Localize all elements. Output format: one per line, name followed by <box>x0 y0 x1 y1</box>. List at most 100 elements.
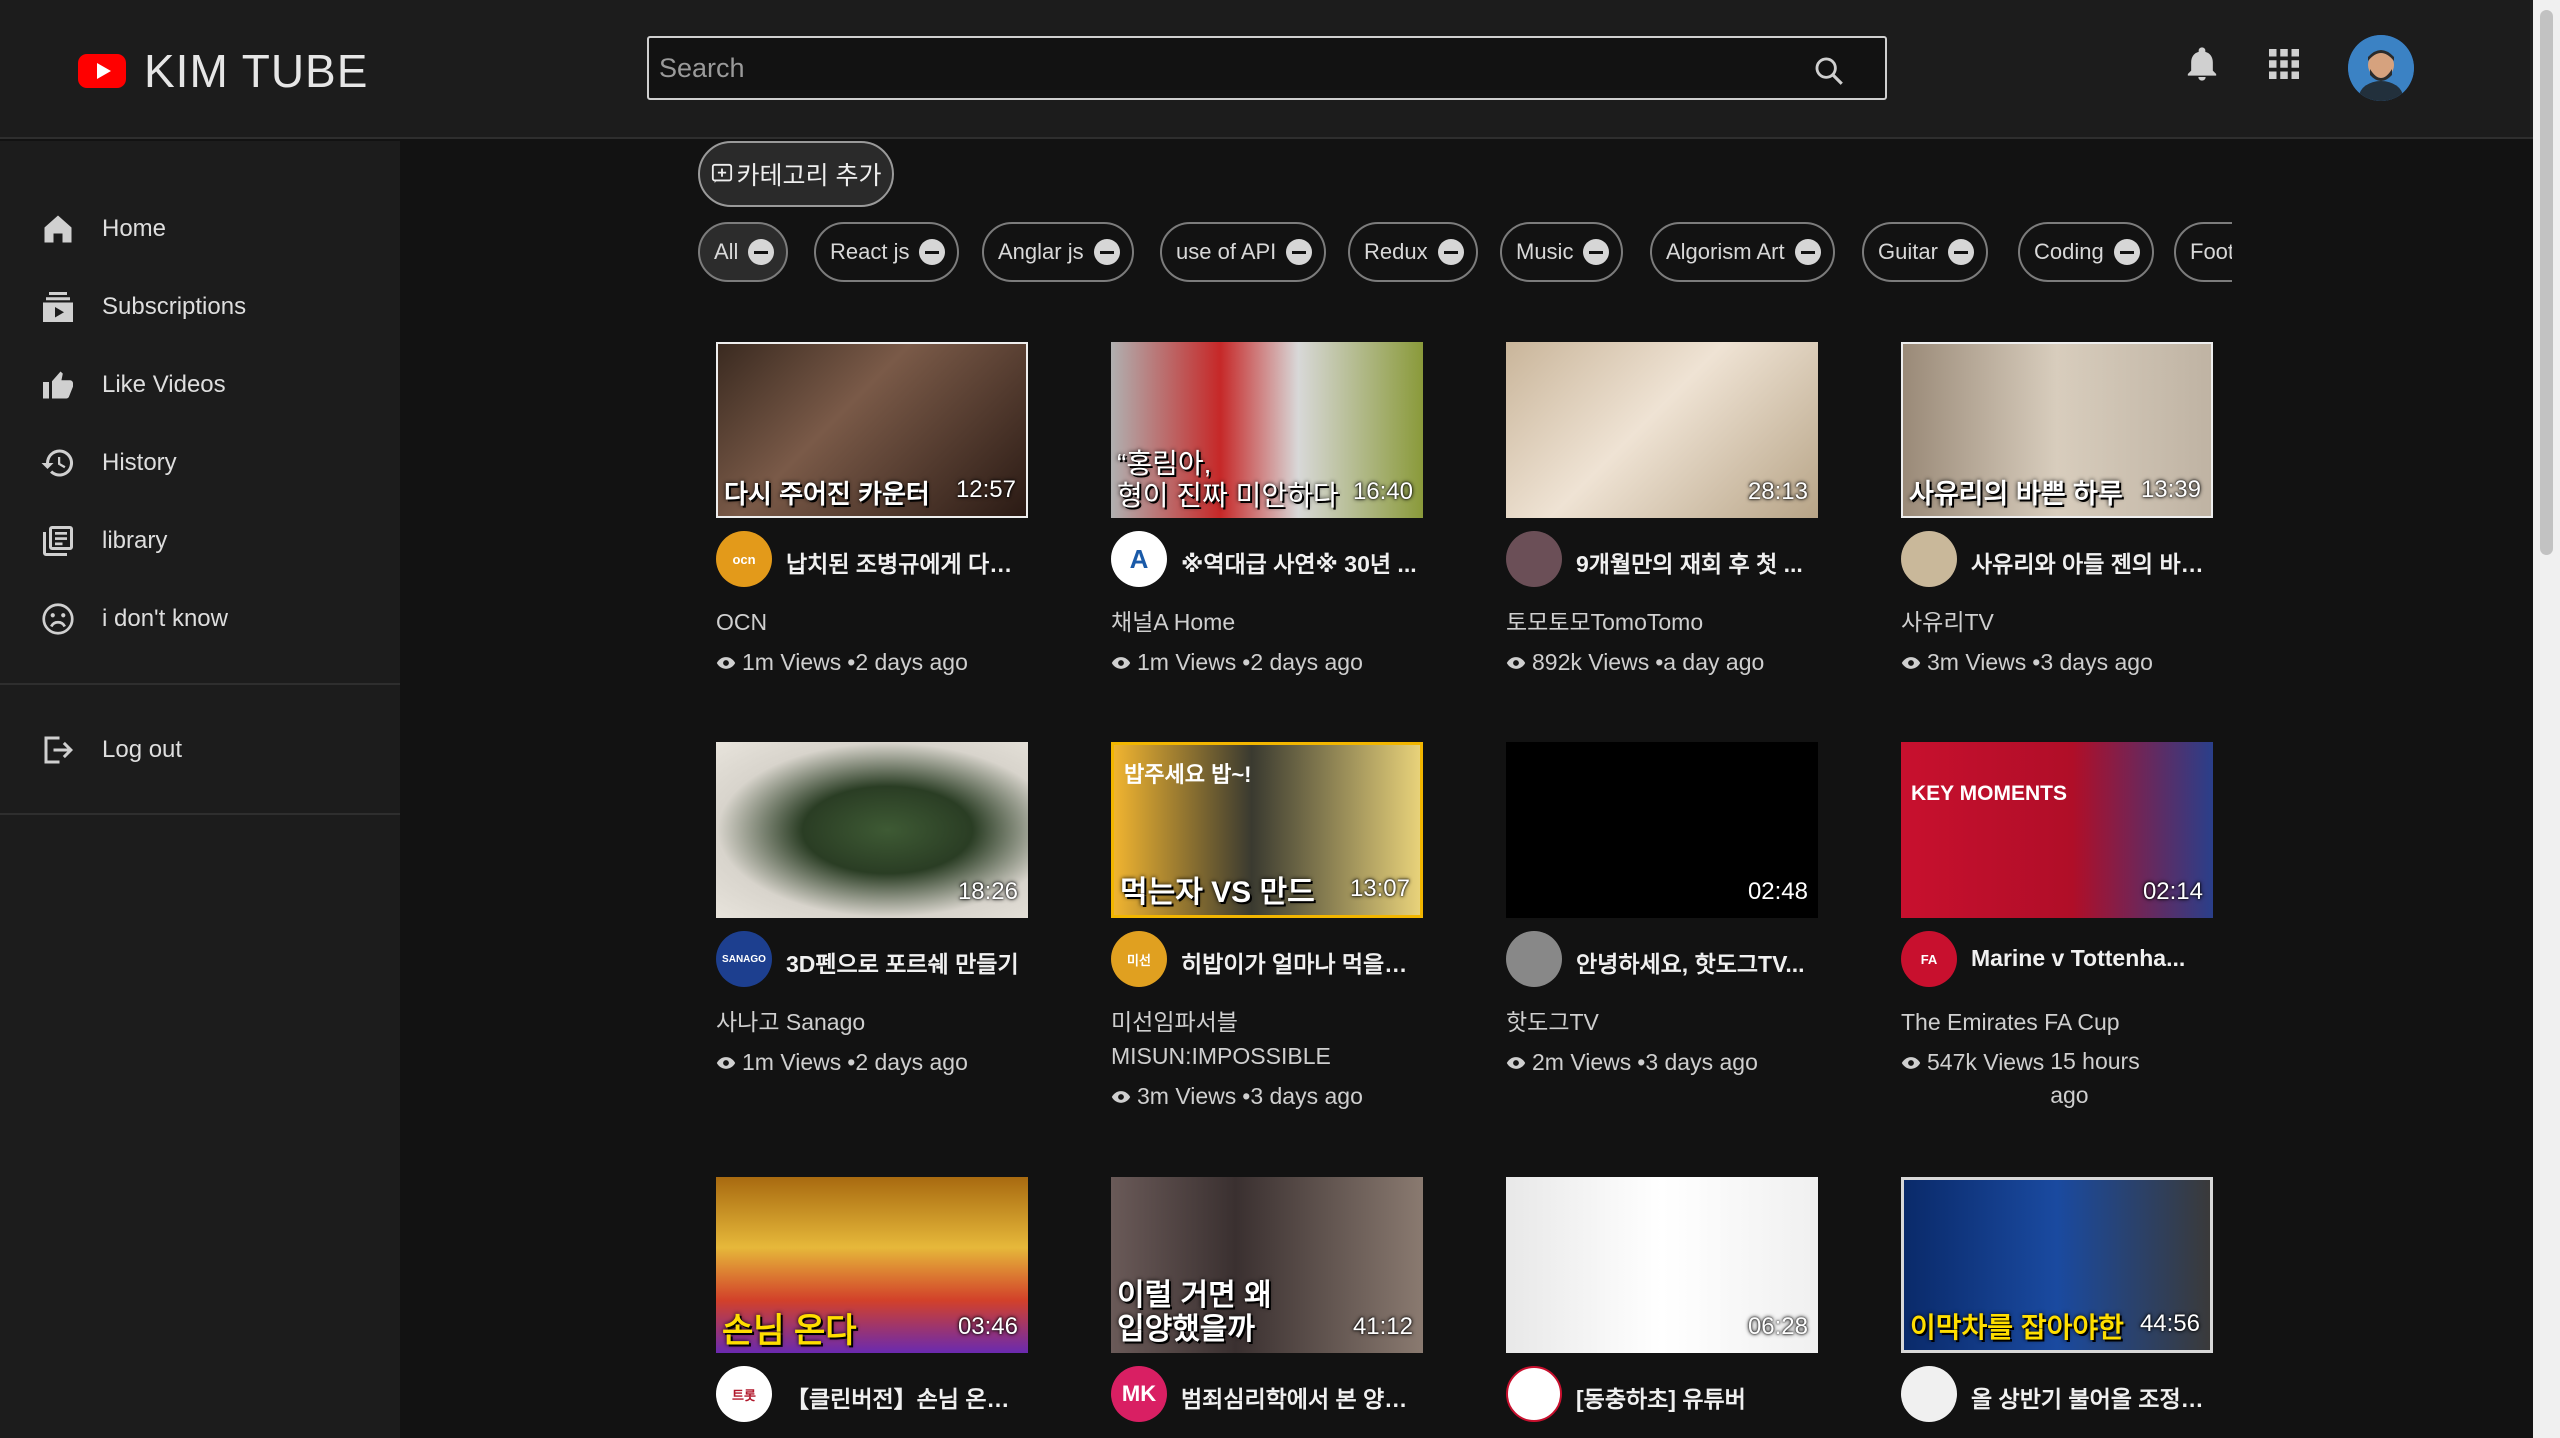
chip-redux[interactable]: Redux <box>1348 222 1478 282</box>
video-title[interactable]: 안녕하세요, 핫도그TV... <box>1576 945 1818 979</box>
channel-avatar[interactable] <box>1901 531 1957 587</box>
search-icon[interactable] <box>1812 54 1846 88</box>
channel-name[interactable]: The Emirates FA Cup <box>1901 1005 2213 1039</box>
video-title[interactable]: 납치된 조병규에게 다시 ... <box>786 545 1028 579</box>
thumbnail-caption: 먹는자 VS 만드 <box>1120 876 1315 909</box>
upload-age: 15 hours ago <box>2050 1048 2140 1108</box>
channel-avatar[interactable]: MK <box>1111 1366 1167 1422</box>
channel-name[interactable]: 사유리TV <box>1901 605 2213 639</box>
channel-avatar[interactable] <box>1506 531 1562 587</box>
video-card[interactable]: 28:13 9개월만의 재회 후 첫 ... 토모토모TomoTomo 892k… <box>1506 342 1818 675</box>
video-thumbnail[interactable]: 이막차를 잡아야한 44:56 <box>1901 1177 2213 1353</box>
video-card[interactable]: 사유리의 바쁜 하루 13:39 사유리와 아들 젠의 바쁜... 사유리TV … <box>1901 342 2213 675</box>
sidebar-item-like-videos[interactable]: Like Videos <box>40 362 226 408</box>
sidebar-item-i-dont-know[interactable]: i don't know <box>40 596 228 642</box>
app-logo[interactable]: KIM TUBE <box>78 44 368 98</box>
channel-avatar[interactable]: 미선 <box>1111 931 1167 987</box>
channel-name[interactable]: 사나고 Sanago <box>716 1005 1028 1039</box>
channel-name[interactable]: 채널A Home <box>1111 605 1423 639</box>
sidebar-item-library[interactable]: library <box>40 518 167 564</box>
video-card[interactable]: KEY MOMENTS 02:14 FA Marine v Tottenha..… <box>1901 742 2213 1108</box>
video-card[interactable]: 18:26 SANAGO 3D펜으로 포르쉐 만들기 사나고 Sanago 1m… <box>716 742 1028 1075</box>
chip-music[interactable]: Music <box>1500 222 1624 282</box>
video-card[interactable]: 이럴 거면 왜 입양했을까 41:12 MK 범죄심리학에서 본 양부... <box>1111 1177 1423 1422</box>
sidebar-item-logout[interactable]: Log out <box>40 727 182 773</box>
sidebar-item-subscriptions[interactable]: Subscriptions <box>40 284 246 330</box>
channel-avatar[interactable]: 트롯 <box>716 1366 772 1422</box>
remove-chip-icon[interactable] <box>919 239 946 265</box>
sidebar-item-home[interactable]: Home <box>40 206 166 252</box>
channel-avatar[interactable]: ocn <box>716 531 772 587</box>
user-avatar[interactable] <box>2348 35 2414 101</box>
channel-name[interactable]: 핫도그TV <box>1506 1005 1818 1039</box>
chip-algorism-art[interactable]: Algorism Art <box>1650 222 1835 282</box>
video-thumbnail[interactable]: 18:26 <box>716 742 1028 918</box>
video-thumbnail[interactable]: KEY MOMENTS 02:14 <box>1901 742 2213 918</box>
video-title[interactable]: ※역대급 사연※ 30년 ... <box>1181 545 1423 579</box>
video-title[interactable]: 범죄심리학에서 본 양부... <box>1181 1380 1423 1414</box>
channel-name[interactable]: 토모토모TomoTomo <box>1506 605 1818 639</box>
search-box <box>647 36 1887 100</box>
chip-anglar-js[interactable]: Anglar js <box>982 222 1134 282</box>
video-card[interactable]: 다시 주어진 카운터 12:57 ocn 납치된 조병규에게 다시 ... OC… <box>716 342 1028 675</box>
video-card[interactable]: 이막차를 잡아야한 44:56 올 상반기 불어올 조정의... <box>1901 1177 2213 1422</box>
video-title[interactable]: Marine v Tottenha... <box>1971 945 2213 972</box>
channel-avatar[interactable]: SANAGO <box>716 931 772 987</box>
remove-chip-icon[interactable] <box>1794 239 1821 265</box>
video-title[interactable]: 사유리와 아들 젠의 바쁜... <box>1971 545 2213 579</box>
chip-all[interactable]: All <box>698 222 789 282</box>
sidebar-item-history[interactable]: History <box>40 440 177 486</box>
home-icon <box>44 215 72 243</box>
chip-guitar[interactable]: Guitar <box>1862 222 1988 282</box>
page-scrollbar[interactable] <box>2533 0 2560 1438</box>
view-count: 892k Views <box>1532 649 1650 675</box>
remove-chip-icon[interactable] <box>1583 239 1610 265</box>
video-title[interactable]: 【클린버전】손님 온다 - ... <box>786 1380 1028 1414</box>
add-category-button[interactable]: 카테고리 추가 <box>698 141 894 207</box>
video-thumbnail[interactable]: 06:28 <box>1506 1177 1818 1353</box>
bell-icon[interactable] <box>2182 44 2222 84</box>
video-stats: 2m Views •3 days ago <box>1506 1049 1758 1076</box>
video-card[interactable]: 손님 온다 03:46 트롯 【클린버전】손님 온다 - ... <box>716 1177 1028 1422</box>
search-input[interactable] <box>659 46 1759 90</box>
video-thumbnail[interactable]: 사유리의 바쁜 하루 13:39 <box>1901 342 2213 518</box>
video-card[interactable]: “홍림아, 형이 진짜 미안하다 16:40 A ※역대급 사연※ 30년 ..… <box>1111 342 1423 675</box>
video-thumbnail[interactable]: 다시 주어진 카운터 12:57 <box>716 342 1028 518</box>
video-card[interactable]: 06:28 [동충하초] 유튜버 <box>1506 1177 1818 1422</box>
apps-grid-icon[interactable] <box>2264 44 2304 84</box>
remove-chip-icon[interactable] <box>1093 239 1120 265</box>
video-thumbnail[interactable]: 02:48 <box>1506 742 1818 918</box>
remove-chip-icon[interactable] <box>1286 239 1313 265</box>
channel-avatar[interactable] <box>1901 1366 1957 1422</box>
chip-use-of-api[interactable]: use of API <box>1160 222 1327 282</box>
remove-chip-icon[interactable] <box>2113 239 2140 265</box>
channel-name[interactable]: 미선임파서블 MISUN:IMPOSSIBLE <box>1111 1005 1411 1073</box>
remove-chip-icon[interactable] <box>1437 239 1464 265</box>
chip-react-js[interactable]: React js <box>814 222 960 282</box>
video-title[interactable]: 9개월만의 재회 후 첫 ... <box>1576 545 1818 579</box>
chip-foot[interactable]: Foot <box>2174 222 2232 282</box>
video-thumbnail[interactable]: 28:13 <box>1506 342 1818 518</box>
channel-avatar[interactable]: FA <box>1901 931 1957 987</box>
video-card[interactable]: 밥주세요 밥~! 먹는자 VS 만드 13:07 미선 히밥이가 얼마나 먹을지… <box>1111 742 1423 1109</box>
video-title[interactable]: 올 상반기 불어올 조정의... <box>1971 1380 2213 1414</box>
video-title[interactable]: [동충하초] 유튜버 <box>1576 1380 1818 1414</box>
video-thumbnail[interactable]: “홍림아, 형이 진짜 미안하다 16:40 <box>1111 342 1423 518</box>
channel-avatar[interactable]: A <box>1111 531 1167 587</box>
remove-chip-icon[interactable] <box>748 239 775 265</box>
avatar-text: FA <box>1920 951 1938 967</box>
video-title[interactable]: 3D펜으로 포르쉐 만들기 <box>786 945 1028 979</box>
video-title[interactable]: 히밥이가 얼마나 먹을지 ... <box>1181 945 1423 979</box>
scrollbar-thumb[interactable] <box>2540 10 2553 555</box>
video-thumbnail[interactable]: 밥주세요 밥~! 먹는자 VS 만드 13:07 <box>1111 742 1423 918</box>
sidebar-item-label: library <box>102 527 168 554</box>
channel-name[interactable]: OCN <box>716 605 1028 639</box>
chip-coding[interactable]: Coding <box>2018 222 2154 282</box>
logout-icon <box>44 736 73 764</box>
video-card[interactable]: 02:48 안녕하세요, 핫도그TV... 핫도그TV 2m Views •3 … <box>1506 742 1818 1075</box>
video-thumbnail[interactable]: 이럴 거면 왜 입양했을까 41:12 <box>1111 1177 1423 1353</box>
video-thumbnail[interactable]: 손님 온다 03:46 <box>716 1177 1028 1353</box>
channel-avatar[interactable] <box>1506 1366 1562 1422</box>
channel-avatar[interactable] <box>1506 931 1562 987</box>
remove-chip-icon[interactable] <box>1947 239 1974 265</box>
